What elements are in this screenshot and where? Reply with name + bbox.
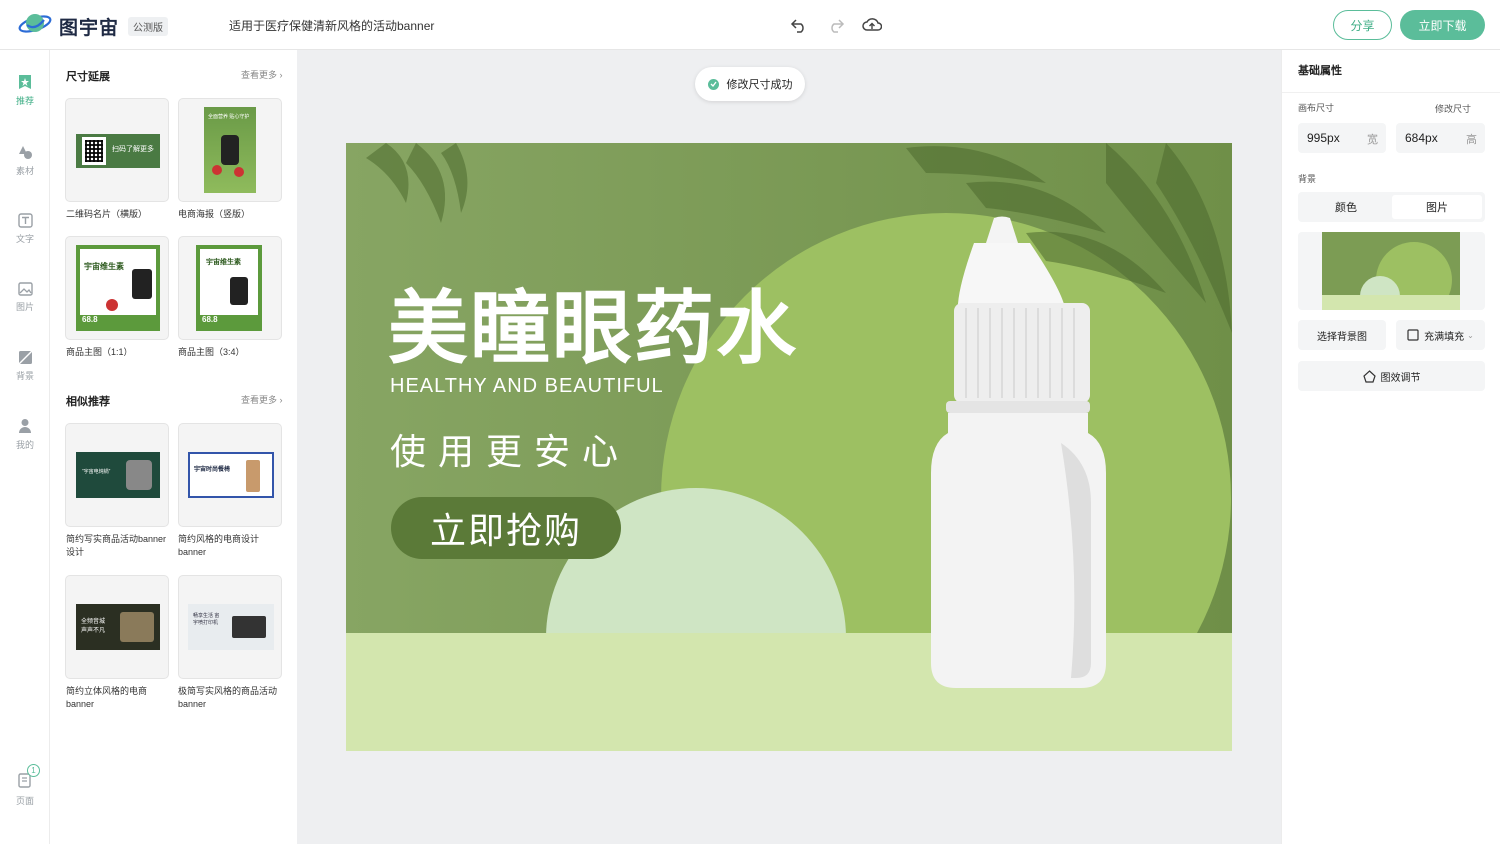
effect-adjust-button[interactable]: 图效调节: [1298, 361, 1485, 391]
redo-icon[interactable]: [825, 14, 847, 36]
thumb-label: 商品主图（3:4）: [178, 347, 245, 357]
undo-icon[interactable]: [788, 14, 810, 36]
template-thumb[interactable]: 宇宙维生素 68.8: [178, 236, 282, 340]
background-label: 背景: [1298, 174, 1317, 184]
template-thumb[interactable]: 扫码了解更多: [65, 98, 169, 202]
section-title: 尺寸延展: [66, 71, 110, 83]
rail-label: 素材: [15, 166, 34, 176]
see-more-link[interactable]: 查看更多 ›: [241, 68, 283, 81]
cloud-save-icon[interactable]: [861, 14, 883, 36]
toast-text: 修改尺寸成功: [726, 79, 793, 91]
see-more-link[interactable]: 查看更多 ›: [241, 393, 283, 406]
modify-size-link[interactable]: 修改尺寸: [1435, 102, 1471, 115]
chevron-down-icon: ⌄: [1467, 330, 1474, 340]
download-button[interactable]: 立即下载: [1400, 10, 1485, 40]
rail-item-mine[interactable]: 我的: [0, 418, 50, 468]
template-panel: 尺寸延展 查看更多 › 扫码了解更多 二维码名片（横版） 全面营养 贴心守护 电…: [50, 50, 297, 844]
props-section-title: 基础属性: [1298, 65, 1342, 77]
rail-label: 图片: [15, 302, 34, 312]
success-toast: 修改尺寸成功: [695, 67, 805, 101]
thumb-label: 二维码名片（横版）: [66, 209, 148, 219]
effect-icon: [1362, 369, 1376, 383]
rail-item-recommend[interactable]: 推荐: [0, 74, 50, 124]
fill-mode-select[interactable]: 充满填充 ⌄: [1396, 320, 1485, 350]
canvas-size-label: 画布尺寸: [1298, 103, 1335, 113]
thumb-label: 电商海报（竖版）: [178, 209, 251, 219]
rail-label: 背景: [15, 371, 34, 381]
template-thumb[interactable]: “宇宙电炖锅”: [65, 423, 169, 527]
tab-color[interactable]: 颜色: [1301, 195, 1391, 219]
text-icon: [17, 213, 33, 228]
thumb-label: 简约写实商品活动banner设计: [66, 534, 167, 557]
rail-item-images[interactable]: 图片: [0, 282, 50, 332]
properties-panel: 基础属性 画布尺寸 修改尺寸 995px 宽 684px 高 背景 颜色 图片 …: [1281, 50, 1500, 844]
thumb-label: 简约风格的电商设计banner: [178, 534, 260, 557]
document-title[interactable]: 适用于医疗保健清新风格的活动banner: [229, 17, 434, 34]
banner-slogan[interactable]: 使用更安心: [390, 423, 630, 475]
rail-label: 推荐: [15, 96, 34, 106]
background-preview[interactable]: [1298, 232, 1485, 310]
user-icon: [19, 419, 31, 433]
fill-icon: [1407, 329, 1419, 341]
rail-item-background[interactable]: 背景: [0, 350, 50, 400]
banner-cta-button[interactable]: 立即抢购: [391, 497, 621, 559]
template-thumb[interactable]: 全频音城 声声不凡: [65, 575, 169, 679]
template-thumb[interactable]: 畅享生活 宙宇喷打印机: [178, 575, 282, 679]
thumb-label: 极简写实风格的商品活动banner: [178, 686, 278, 709]
shapes-icon: [19, 146, 32, 159]
rail-item-materials[interactable]: 素材: [0, 144, 50, 194]
left-nav-rail: 推荐 素材 文字 图片 背景 我的 1 页面: [0, 50, 50, 844]
template-thumb[interactable]: 全面营养 贴心守护: [178, 98, 282, 202]
width-input[interactable]: 995px 宽: [1298, 123, 1386, 153]
thumb-label: 商品主图（1:1）: [66, 347, 133, 357]
background-type-toggle: 颜色 图片: [1298, 192, 1485, 222]
banner-subtitle[interactable]: HEALTHY AND BEAUTIFUL: [390, 375, 664, 398]
share-button[interactable]: 分享: [1333, 10, 1392, 40]
banner-canvas[interactable]: 美瞳眼药水 HEALTHY AND BEAUTIFUL 使用更安心 立即抢购: [346, 143, 1232, 751]
image-icon: [17, 282, 33, 296]
template-thumb[interactable]: 宇宙时尚餐椅: [178, 423, 282, 527]
rail-label: 页面: [15, 796, 34, 806]
background-thumbnail: [1322, 232, 1460, 310]
top-bar: 图宇宙 公测版 适用于医疗保健清新风格的活动banner 分享 立即下载: [0, 0, 1500, 50]
template-thumb[interactable]: 宇宙维生素 68.8: [65, 236, 169, 340]
height-input[interactable]: 684px 高: [1396, 123, 1485, 153]
banner-title[interactable]: 美瞳眼药水: [388, 281, 798, 377]
section-title: 相似推荐: [66, 396, 110, 408]
rail-item-pages[interactable]: 1 页面: [0, 764, 50, 820]
divider: [1282, 92, 1500, 93]
rail-label: 文字: [15, 234, 34, 244]
beta-badge: 公测版: [128, 17, 168, 36]
background-icon: [18, 350, 32, 365]
rail-item-text[interactable]: 文字: [0, 213, 50, 263]
recommend-icon: [19, 75, 31, 89]
page-count-badge: 1: [27, 764, 40, 777]
choose-background-button[interactable]: 选择背景图: [1298, 320, 1386, 350]
rail-label: 我的: [15, 440, 34, 450]
check-circle-icon: [707, 78, 719, 90]
logo-text[interactable]: 图宇宙: [59, 13, 119, 40]
planet-logo-icon[interactable]: [18, 11, 52, 37]
qr-code-icon: [82, 137, 106, 165]
thumb-label: 简约立体风格的电商banner: [66, 686, 148, 709]
tab-image[interactable]: 图片: [1392, 195, 1482, 219]
